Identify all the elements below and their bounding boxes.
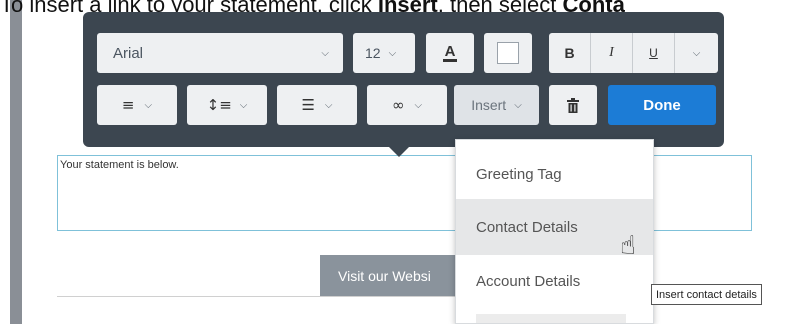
- insert-label: Insert: [471, 97, 507, 113]
- done-label: Done: [643, 96, 681, 114]
- line-spacing-icon: ↕≡: [206, 96, 232, 114]
- menu-item-label: Contact Details: [476, 218, 578, 236]
- background-color-button[interactable]: [484, 33, 532, 73]
- chevron-down-icon: ⌵: [144, 99, 153, 111]
- chevron-down-icon: ⌵: [321, 47, 329, 59]
- more-format-button[interactable]: ⌵: [675, 33, 718, 73]
- visit-website-label: Visit our Websi: [338, 268, 431, 284]
- chevron-down-icon: ⌵: [414, 99, 423, 111]
- link-icon: ∞: [391, 96, 405, 114]
- font-family-select[interactable]: Arial ⌵: [97, 33, 343, 73]
- chevron-down-icon: ⌵: [514, 99, 522, 111]
- align-select[interactable]: ≡ ⌵: [97, 85, 177, 125]
- menu-item-greeting-tag[interactable]: Greeting Tag: [456, 146, 653, 202]
- text-format-group: B I U ⌵: [549, 33, 718, 73]
- chevron-down-icon: ⌵: [324, 99, 333, 111]
- tooltip-text: Insert contact details: [656, 288, 757, 301]
- underline-button[interactable]: U: [633, 33, 675, 73]
- delete-button[interactable]: [549, 85, 597, 125]
- list-select[interactable]: ☰ ⌵: [277, 85, 357, 125]
- align-left-icon: ≡: [121, 96, 135, 114]
- statement-text: Your statement is below.: [60, 159, 179, 171]
- editor-toolbar: Arial ⌵ 12 ⌵ A B I U ⌵ ≡ ⌵ ↕≡ ⌵ ☰ ⌵ ∞ ⌵ …: [83, 12, 724, 147]
- tooltip: Insert contact details: [651, 284, 762, 305]
- color-swatch-icon: [497, 42, 519, 64]
- done-button[interactable]: Done: [608, 85, 716, 125]
- insert-dropdown-button[interactable]: Insert ⌵: [454, 85, 539, 125]
- line-spacing-select[interactable]: ↕≡ ⌵: [187, 85, 267, 125]
- menu-item-partial: [476, 314, 626, 323]
- menu-item-account-details[interactable]: Account Details: [456, 253, 653, 309]
- chevron-down-icon: ⌵: [388, 47, 397, 59]
- font-family-value: Arial: [113, 44, 144, 62]
- text-color-button[interactable]: A: [426, 33, 474, 73]
- link-select[interactable]: ∞ ⌵: [367, 85, 447, 125]
- menu-item-label: Greeting Tag: [476, 165, 562, 183]
- font-size-value: 12: [365, 45, 381, 61]
- italic-button[interactable]: I: [591, 33, 633, 73]
- toolbar-pointer: [387, 145, 411, 157]
- menu-item-label: Account Details: [476, 272, 581, 290]
- hand-pointer-icon: ☝: [620, 231, 636, 261]
- font-size-select[interactable]: 12 ⌵: [353, 33, 415, 73]
- list-icon: ☰: [301, 96, 315, 114]
- chevron-down-icon: ⌵: [692, 47, 701, 59]
- bold-button[interactable]: B: [549, 33, 591, 73]
- trash-icon: [567, 97, 579, 113]
- chevron-down-icon: ⌵: [239, 99, 248, 111]
- text-color-icon: A: [442, 43, 458, 62]
